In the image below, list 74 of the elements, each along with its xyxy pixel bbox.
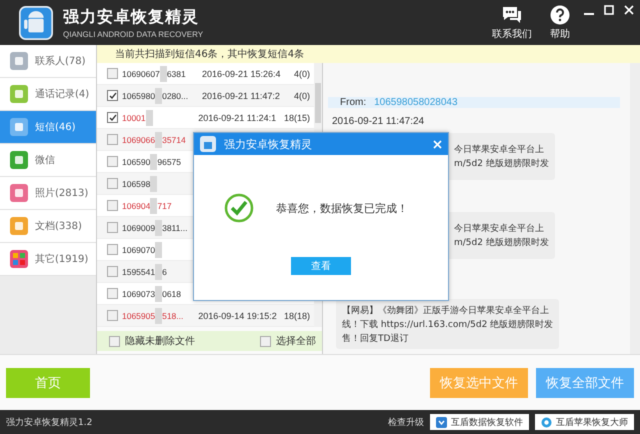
from-label: From: [340,97,366,108]
scan-summary-text: 当前共扫描到短信46条，其中恢复短信4条 [115,48,304,61]
app-logo-icon [200,136,216,152]
phone-number: 1065980 0280... [122,88,202,104]
sidebar-item[interactable]: 通话记录(4) [0,78,96,111]
contact-button[interactable]: 联系我们 [492,4,532,40]
message-row[interactable]: 10001 2016-09-21 11:24:1 18(15) [97,107,314,129]
message-count: 18(15) [284,112,310,122]
category-icon [10,118,28,136]
message-text: m/5d2 绝版翅膀限时发 [454,158,549,170]
success-check-icon [224,193,254,223]
category-icon [10,151,28,169]
message-count: 18(18) [284,310,310,320]
message-text: m/5d2 绝版翅膀限时发 [454,236,549,249]
check-update-link[interactable]: 检查升级 [388,416,424,428]
message-text: 售！回复TD退订 [342,332,410,344]
chat-icon [501,4,523,24]
checkbox[interactable] [107,222,118,233]
help-button[interactable]: 帮助 [550,4,570,40]
sidebar-item[interactable]: 联系人(78) [0,45,96,78]
dialog-message: 恭喜您，数据恢复已完成！ [276,200,408,216]
app-icon [541,416,552,428]
message-count: 4(0) [294,90,310,100]
message-row[interactable]: 1065980 0280... 2016-09-21 11:47:2 4(0) [97,85,314,107]
message-text: 线！下载 https://url.163.com/5d2 绝版翅膀限时发 [342,318,554,330]
dialog-title: 强力安卓恢复精灵 [224,136,312,152]
sidebar-item[interactable]: 其它(1919) [0,243,96,276]
app-logo-icon [19,6,53,40]
maximize-icon[interactable] [604,5,614,15]
sidebar-item[interactable]: 照片(2813) [0,177,96,210]
app-subtitle: QIANGLI ANDROID DATA RECOVERY [63,30,204,38]
category-icon [10,217,28,235]
hide-undeleted-checkbox[interactable]: 隐藏未删除文件 [109,334,195,348]
checkbox[interactable] [107,90,118,101]
phone-number: 1065905 518... [122,308,198,324]
app-icon [436,416,447,428]
product-link[interactable]: 互盾数据恢复软件 [430,414,529,430]
sidebar-item[interactable]: 文档(338) [0,210,96,243]
version-text: 强力安卓恢复精灵1.2 [6,416,92,428]
checkbox[interactable] [107,200,118,211]
message-text: 今日苹果安卓全平台上 [454,222,545,235]
message-count: 4(0) [294,68,310,78]
message-date: 2016-09-21 11:47:24 [332,116,426,127]
message-time: 2016-09-21 11:47:2 [202,90,281,100]
checkbox[interactable] [107,156,118,167]
checkbox[interactable] [107,266,118,277]
sender-number: 106598058028043 [374,97,458,108]
phone-number: 10690607 6381 [122,66,202,82]
app-title: 强力安卓恢复精灵 [63,6,200,28]
checkbox[interactable] [107,134,118,145]
message-time: 2016-09-21 15:26:4 [202,68,282,78]
phone-number: 10001 [122,110,198,126]
help-icon [550,4,570,24]
category-icon [10,85,28,103]
close-icon[interactable] [624,5,634,15]
checkbox[interactable] [107,288,118,299]
message-row[interactable]: 10690607 6381 2016-09-21 15:26:4 4(0) [97,63,314,85]
checkbox[interactable] [107,310,118,321]
message-text: 【网易】《劲舞团》正版手游今日苹果安卓全平台上 [342,304,550,316]
sidebar-item[interactable]: 微信 [0,144,96,177]
category-icon [10,250,28,268]
message-time: 2016-09-21 11:24:1 [198,112,278,122]
message-row[interactable]: 1065905 518... 2016-09-14 19:15:2 18(18) [97,305,314,327]
checkbox[interactable] [107,244,118,255]
message-text: 今日苹果安卓全平台上 [454,144,545,156]
checkbox[interactable] [107,178,118,189]
select-all-checkbox[interactable]: 选择全部 [260,334,316,348]
category-icon [10,52,28,70]
sidebar-item[interactable]: 短信(46) [0,111,96,144]
checkbox[interactable] [107,112,118,123]
message-time: 2016-09-14 19:15:2 [198,310,278,320]
checkbox[interactable] [107,68,118,79]
product-link[interactable]: 互盾苹果恢复大师 [535,414,634,430]
category-icon [10,184,28,202]
